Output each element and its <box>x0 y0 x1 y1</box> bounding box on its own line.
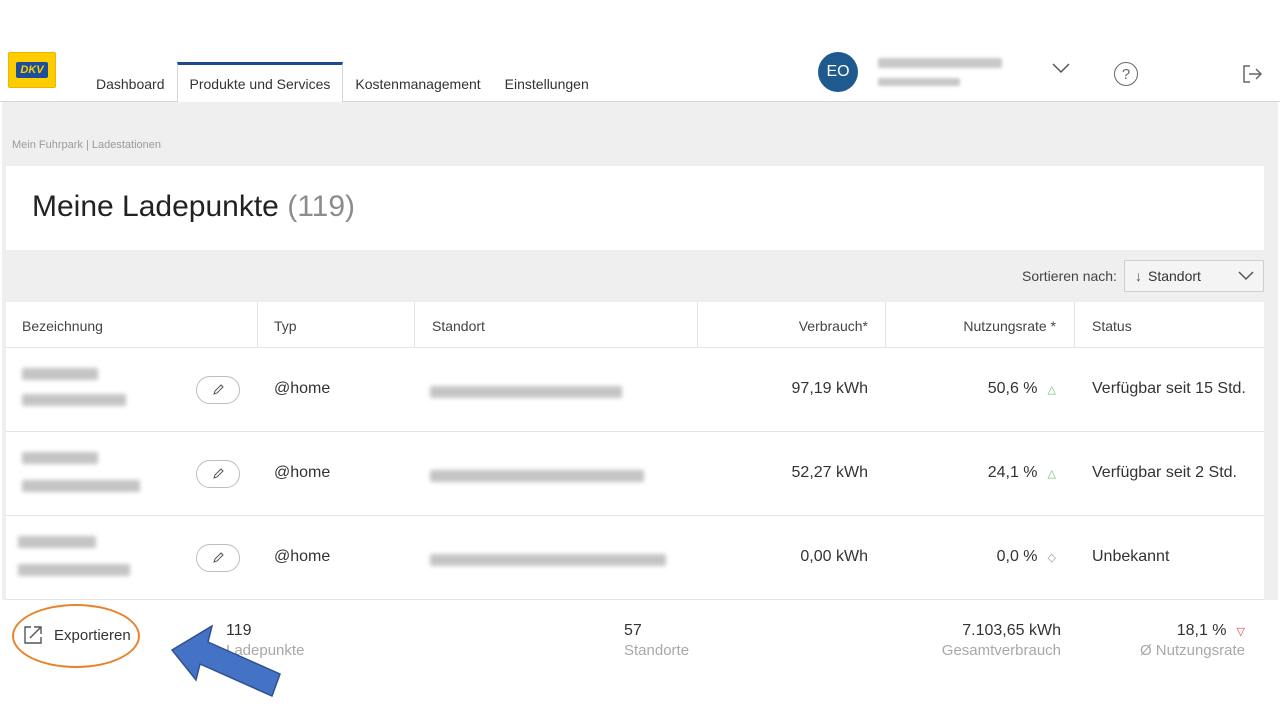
trend-neutral-icon: ◇ <box>1047 552 1056 564</box>
stat-value: 7.103,65 kWh <box>962 622 1061 639</box>
sort-dropdown[interactable]: ↓ Standort <box>1124 260 1264 292</box>
col-typ[interactable]: Typ <box>274 318 297 334</box>
col-divider <box>414 302 415 348</box>
avatar[interactable]: EO <box>818 52 858 92</box>
pencil-icon <box>213 552 224 563</box>
tab-einstellungen[interactable]: Einstellungen <box>493 62 601 102</box>
nutzungsrate-cell: 50,6 % △ <box>988 380 1056 398</box>
title-panel: Meine Ladepunkte (119) <box>6 166 1264 250</box>
status-cell: Verfügbar seit 15 Std. <box>1092 380 1246 397</box>
highlight-circle <box>12 604 140 668</box>
bezeichnung-redacted <box>18 536 96 548</box>
tab-kostenmanagement[interactable]: Kostenmanagement <box>343 62 492 102</box>
tab-produkte-und-services[interactable]: Produkte und Services <box>176 62 344 103</box>
bezeichnung-redacted <box>18 564 130 576</box>
verbrauch-cell: 0,00 kWh <box>800 548 868 565</box>
nutzungsrate-cell: 0,0 % ◇ <box>997 548 1056 566</box>
user-company-redacted <box>878 78 960 86</box>
rate-value: 50,6 % <box>987 380 1038 397</box>
sort-value: Standort <box>1148 268 1201 284</box>
nutzungsrate-cell: 24,1 % △ <box>988 464 1056 482</box>
edit-button[interactable] <box>196 376 240 404</box>
chevron-down-icon[interactable] <box>1050 60 1072 76</box>
typ-cell: @home <box>274 380 331 397</box>
breadcrumb[interactable]: Mein Fuhrpark | Ladestationen <box>12 139 161 151</box>
typ-cell: @home <box>274 548 331 565</box>
top-header: DKV Dashboard Produkte und Services Kost… <box>0 52 1280 103</box>
bezeichnung-redacted <box>22 368 98 380</box>
user-name-redacted <box>878 58 1002 68</box>
standort-redacted <box>430 386 622 398</box>
edit-button[interactable] <box>196 544 240 572</box>
stat-label: Ø Nutzungsrate <box>1139 642 1245 659</box>
stat-standorte: 57 Standorte <box>624 622 689 659</box>
stat-label: Gesamtverbrauch <box>941 642 1061 659</box>
stat-value: 18,1 % ▽ <box>1140 622 1245 640</box>
edit-button[interactable] <box>196 460 240 488</box>
bezeichnung-redacted <box>22 480 140 492</box>
table-row[interactable]: @home 97,19 kWh 50,6 % △ Verfügbar seit 1… <box>6 348 1264 432</box>
sort-label: Sortieren nach: <box>1022 268 1117 284</box>
bezeichnung-redacted <box>22 452 98 464</box>
pointer-arrow <box>170 624 281 698</box>
bezeichnung-redacted <box>22 394 126 406</box>
status-cell: Unbekannt <box>1092 548 1170 565</box>
pencil-icon <box>213 384 224 395</box>
standort-redacted <box>430 470 644 482</box>
pencil-icon <box>213 468 224 479</box>
question-circle-icon[interactable]: ? <box>1114 62 1138 86</box>
stat-nutzungsrate: 18,1 % ▽ Ø Nutzungsrate <box>1140 622 1245 659</box>
col-divider <box>697 302 698 348</box>
col-divider <box>1074 302 1075 348</box>
page-title: Meine Ladepunkte (119) <box>32 190 355 224</box>
stat-label: Standorte <box>624 642 690 659</box>
table-row[interactable]: @home 0,00 kWh 0,0 % ◇ Unbekannt <box>6 516 1264 600</box>
trend-up-icon: △ <box>1047 384 1056 396</box>
col-standort[interactable]: Standort <box>432 318 485 334</box>
ladepunkte-table: Bezeichnung Typ Standort Verbrauch* Nutz… <box>6 302 1264 600</box>
col-bezeichnung[interactable]: Bezeichnung <box>22 318 103 334</box>
col-nutzungsrate[interactable]: Nutzungsrate * <box>963 318 1056 334</box>
rate-value: 24,1 % <box>987 464 1038 481</box>
stat-gesamtverbrauch: 7.103,65 kWh Gesamtverbrauch <box>942 622 1061 659</box>
chevron-down-icon <box>1238 271 1254 281</box>
verbrauch-cell: 52,27 kWh <box>791 464 868 481</box>
verbrauch-cell: 97,19 kWh <box>791 380 868 397</box>
tab-dashboard[interactable]: Dashboard <box>84 62 177 102</box>
rate-value: 0,0 % <box>996 548 1038 565</box>
arrow-down-icon: ↓ <box>1135 268 1142 284</box>
col-divider <box>257 302 258 348</box>
table-row[interactable]: @home 52,27 kWh 24,1 % △ Verfügbar seit 2… <box>6 432 1264 516</box>
logout-icon[interactable] <box>1240 62 1264 86</box>
col-status[interactable]: Status <box>1092 318 1132 334</box>
col-divider <box>885 302 886 348</box>
logo-text: DKV <box>16 62 48 78</box>
table-header: Bezeichnung Typ Standort Verbrauch* Nutz… <box>6 302 1264 348</box>
main-nav: Dashboard Produkte und Services Kostenma… <box>84 62 601 103</box>
stat-value-text: 18,1 % <box>1176 622 1227 639</box>
col-verbrauch[interactable]: Verbrauch* <box>799 318 868 334</box>
trend-down-icon: ▽ <box>1236 626 1245 638</box>
typ-cell: @home <box>274 464 331 481</box>
trend-up-icon: △ <box>1047 468 1056 480</box>
page-title-text: Meine Ladepunkte <box>32 190 279 223</box>
stat-value: 57 <box>624 622 642 639</box>
dkv-logo[interactable]: DKV <box>8 52 56 88</box>
page-title-count: (119) <box>287 190 356 223</box>
status-cell: Verfügbar seit 2 Std. <box>1092 464 1237 481</box>
standort-redacted <box>430 554 666 566</box>
